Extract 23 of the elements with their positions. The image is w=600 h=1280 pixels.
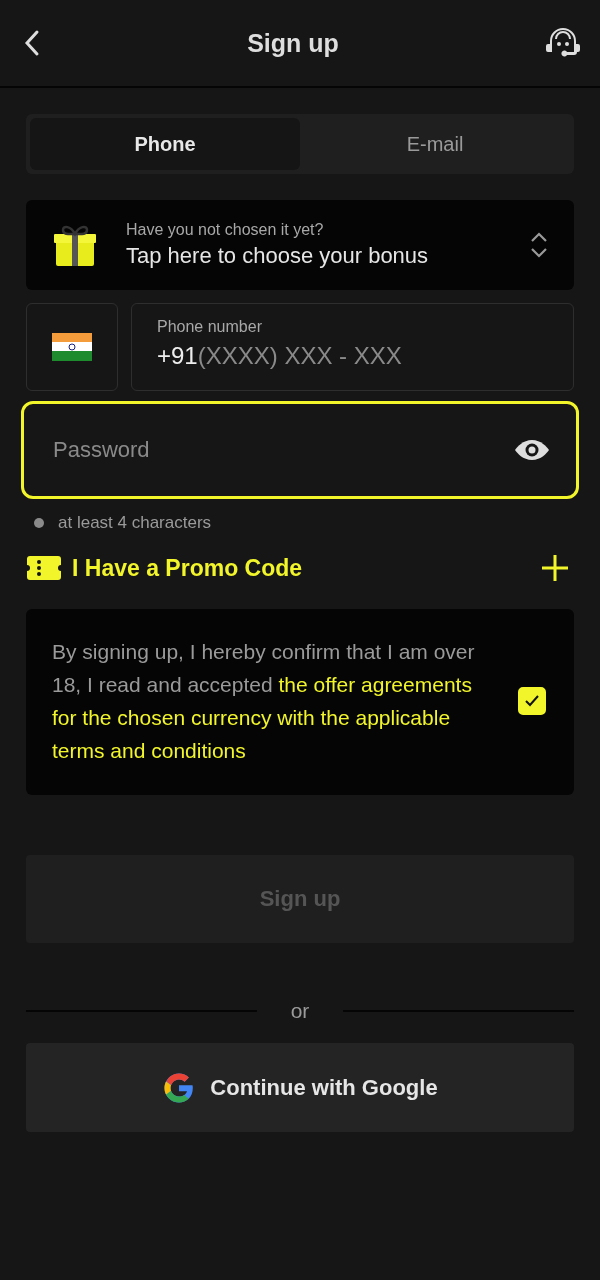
password-field[interactable]: Password <box>21 401 579 499</box>
terms-text: By signing up, I hereby confirm that I am over 18, I read and accepted the offer agreements for the chosen currency with the applicable terms and conditions <box>52 639 476 764</box>
country-code: +91 <box>157 342 198 370</box>
requirement-text: at least 4 characters <box>58 513 212 533</box>
check-icon <box>524 694 540 708</box>
google-button[interactable]: Continue with Google <box>26 1043 574 1132</box>
phone-input[interactable]: (XXXX) XXX - XXX <box>197 342 548 370</box>
phone-field[interactable]: Phone number +91(XXXX) XXX - XXX <box>131 303 574 391</box>
password-input[interactable]: Password <box>53 437 510 463</box>
flag-icon <box>52 333 92 361</box>
country-selector[interactable] <box>26 303 118 391</box>
sort-chevrons-icon <box>530 232 548 258</box>
promo-code-toggle[interactable]: I Have a Promo Code <box>26 554 303 582</box>
ticket-icon <box>26 554 62 582</box>
divider-label: or <box>289 999 311 1023</box>
bonus-selector[interactable]: Have you not chosen it yet? Tap here to choose your bonus <box>26 200 574 290</box>
field-label: Phone number <box>157 318 263 336</box>
bonus-label: Tap here to choose your bonus <box>126 243 430 269</box>
tab[interactable]: Phone <box>30 118 300 170</box>
bonus-hint: Have you not chosen it yet? <box>126 221 325 239</box>
tab[interactable]: E-mail <box>300 118 570 170</box>
terms-checkbox[interactable] <box>518 687 546 715</box>
page-title: Sign up <box>247 28 339 58</box>
